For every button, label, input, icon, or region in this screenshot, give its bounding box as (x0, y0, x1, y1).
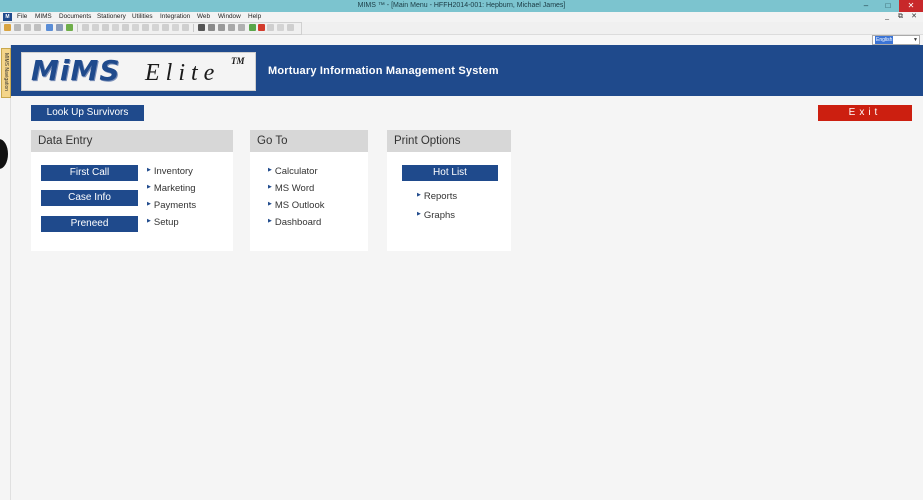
title-bar: MIMS ™ - [Main Menu - HFFH2014-001: Hepb… (0, 0, 923, 12)
filter-icon[interactable] (228, 24, 235, 31)
last-record-icon[interactable] (162, 24, 169, 31)
logo-main-text: MiMS (31, 54, 121, 87)
toolbar (0, 22, 923, 35)
inventory-link[interactable]: ▶ Inventory (147, 166, 193, 177)
ms-outlook-link[interactable]: ▶ MS Outlook (268, 200, 325, 211)
maximize-button[interactable]: □ (879, 0, 897, 12)
close-button[interactable]: ✕ (899, 0, 923, 12)
triangle-right-icon: ▶ (147, 167, 151, 173)
app-logo-icon: M (3, 13, 12, 21)
language-row: English ▼ (0, 35, 923, 45)
prev-record-icon[interactable] (142, 24, 149, 31)
print-options-heading: Print Options (387, 130, 511, 152)
go-to-panel: Go To ▶ Calculator ▶ MS Word ▶ MS Outlook ▶… (250, 130, 368, 251)
first-record-icon[interactable] (132, 24, 139, 31)
preneed-button[interactable]: Preneed (41, 216, 138, 232)
first-call-button[interactable]: First Call (41, 165, 138, 181)
toolbar-separator (77, 24, 78, 32)
triangle-right-icon: ▶ (147, 218, 151, 224)
child-close-icon[interactable]: ✕ (911, 12, 917, 22)
menu-documents[interactable]: Documents (59, 12, 91, 22)
language-select[interactable]: English ▼ (872, 35, 920, 45)
next-record-icon[interactable] (152, 24, 159, 31)
green-status-icon[interactable] (249, 24, 256, 31)
menu-utilities[interactable]: Utilities (132, 12, 153, 22)
copy-icon[interactable] (92, 24, 99, 31)
hot-list-button[interactable]: Hot List (402, 165, 498, 181)
go-to-heading: Go To (250, 130, 368, 152)
home-icon[interactable] (4, 24, 11, 31)
app-title: Mortuary Information Management System (268, 65, 499, 77)
find-icon[interactable] (66, 24, 73, 31)
calculator-icon[interactable] (198, 24, 205, 31)
child-minimize-icon[interactable]: _ (885, 12, 889, 22)
menu-integration[interactable]: Integration (160, 12, 190, 22)
cut-icon[interactable] (82, 24, 89, 31)
logo-sub-text: Elite (145, 60, 221, 86)
reports-link[interactable]: ▶ Reports (417, 191, 457, 202)
left-nav-strip: MIMS Navigation (0, 45, 11, 500)
print-options-panel: Print Options Hot List ▶ Reports ▶ Graphs (387, 130, 511, 251)
paste-icon[interactable] (102, 24, 109, 31)
triangle-right-icon: ▶ (268, 167, 272, 173)
marketing-link[interactable]: ▶ Marketing (147, 183, 196, 194)
header-banner: MiMS Elite TM Mortuary Information Manag… (11, 45, 923, 96)
dashboard-link[interactable]: ▶ Dashboard (268, 217, 321, 228)
menu-bar: M File MIMS Documents Stationery Utiliti… (0, 12, 923, 22)
triangle-right-icon: ▶ (417, 211, 421, 217)
triangle-right-icon: ▶ (147, 184, 151, 190)
redo-icon[interactable] (122, 24, 129, 31)
menu-file[interactable]: File (17, 12, 27, 22)
menu-stationery[interactable]: Stationery (97, 12, 126, 22)
nav-toggle-handle[interactable] (0, 139, 8, 169)
triangle-right-icon: ▶ (268, 201, 272, 207)
data-entry-panel: Data Entry First Call Case Info Preneed … (31, 130, 233, 251)
data-entry-heading: Data Entry (31, 130, 233, 152)
menu-web[interactable]: Web (197, 12, 210, 22)
new-record-icon[interactable] (172, 24, 179, 31)
triangle-right-icon: ▶ (417, 192, 421, 198)
delete-record-icon[interactable] (182, 24, 189, 31)
print-icon[interactable] (56, 24, 63, 31)
back-icon[interactable] (14, 24, 21, 31)
window-title: MIMS ™ - [Main Menu - HFFH2014-001: Hepb… (357, 2, 566, 9)
payments-link[interactable]: ▶ Payments (147, 200, 196, 211)
misc-icon[interactable] (277, 24, 284, 31)
calculator-link[interactable]: ▶ Calculator (268, 166, 318, 177)
mims-elite-logo: MiMS Elite TM (21, 52, 256, 91)
menu-mims[interactable]: MIMS (35, 12, 52, 22)
child-restore-icon[interactable]: ⧉ (898, 12, 903, 22)
red-status-icon[interactable] (258, 24, 265, 31)
misc-icon[interactable] (267, 24, 274, 31)
triangle-right-icon: ▶ (147, 201, 151, 207)
forward-icon[interactable] (24, 24, 31, 31)
refresh-icon[interactable] (34, 24, 41, 31)
case-info-button[interactable]: Case Info (41, 190, 138, 206)
minimize-button[interactable]: – (857, 0, 875, 12)
nav-tab-label: MIMS Navigation (3, 52, 9, 92)
toolbar-separator (193, 24, 194, 32)
graphs-link[interactable]: ▶ Graphs (417, 210, 455, 221)
menu-help[interactable]: Help (248, 12, 261, 22)
ms-word-link[interactable]: ▶ MS Word (268, 183, 314, 194)
language-value: English (875, 36, 894, 44)
sort-icon[interactable] (218, 24, 225, 31)
triangle-right-icon: ▶ (268, 218, 272, 224)
spell-check-icon[interactable] (208, 24, 215, 31)
save-icon[interactable] (46, 24, 53, 31)
misc-icon[interactable] (287, 24, 294, 31)
menu-window[interactable]: Window (218, 12, 241, 22)
mims-navigation-tab[interactable]: MIMS Navigation (1, 48, 11, 98)
setup-link[interactable]: ▶ Setup (147, 217, 179, 228)
exit-button[interactable]: Exit (818, 105, 912, 121)
logo-trademark: TM (231, 56, 245, 66)
options-icon[interactable] (238, 24, 245, 31)
triangle-right-icon: ▶ (268, 184, 272, 190)
look-up-survivors-button[interactable]: Look Up Survivors (31, 105, 144, 121)
chevron-down-icon: ▼ (913, 37, 918, 43)
undo-icon[interactable] (112, 24, 119, 31)
